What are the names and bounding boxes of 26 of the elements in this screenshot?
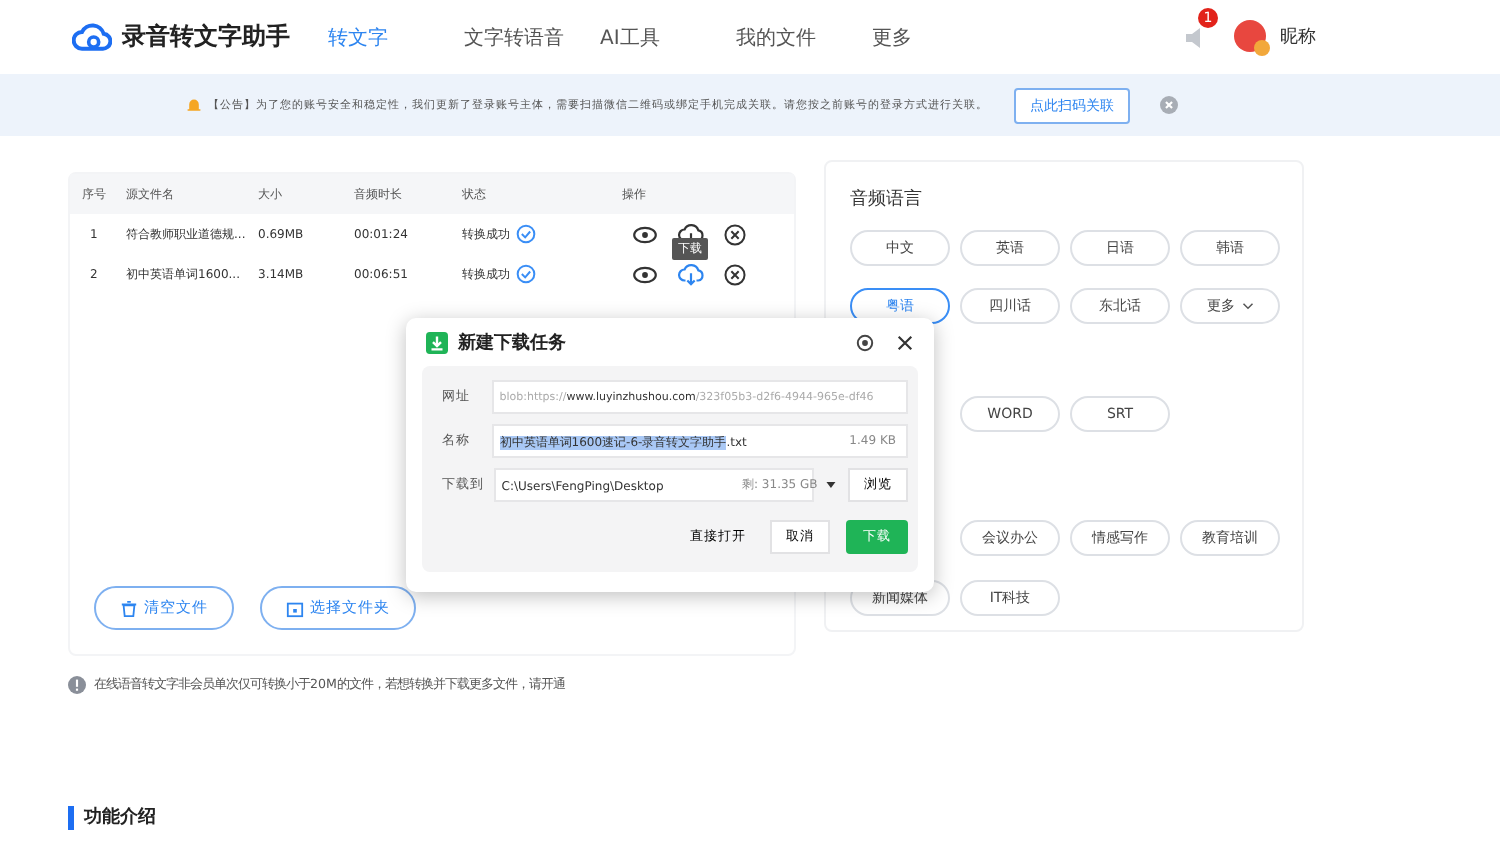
download-icon: [426, 331, 448, 353]
cloud-icon: [72, 22, 112, 52]
info-icon: [68, 676, 86, 694]
app-title: 录音转文字助手: [122, 20, 290, 54]
delete-icon[interactable]: [724, 223, 746, 245]
check-circle-icon: [516, 224, 536, 244]
trash-icon: [120, 599, 138, 617]
user-name[interactable]: 昵称: [1280, 24, 1316, 50]
settings-icon[interactable]: [856, 333, 874, 351]
delete-icon[interactable]: [724, 263, 746, 285]
bell-icon: [186, 97, 202, 113]
eye-icon[interactable]: [632, 265, 658, 283]
nav-tab[interactable]: AI工具: [600, 23, 736, 51]
nav-tab[interactable]: 更多: [872, 23, 1008, 51]
nav-tab[interactable]: 文字转语音: [464, 23, 600, 51]
nav-tab[interactable]: 转文字: [328, 23, 464, 51]
caret-icon[interactable]: [826, 482, 837, 488]
close-icon[interactable]: [896, 333, 914, 351]
section-heading: 音频语言: [850, 187, 924, 212]
nav-tab[interactable]: 我的文件: [736, 23, 872, 51]
section-title: 功能介绍: [68, 806, 156, 830]
folder-icon: [286, 599, 304, 617]
avatar-icon[interactable]: [1232, 17, 1272, 57]
check-circle-icon: [516, 264, 536, 284]
dialog-title: 新建下载任务: [458, 330, 568, 355]
eye-icon[interactable]: [632, 225, 658, 243]
